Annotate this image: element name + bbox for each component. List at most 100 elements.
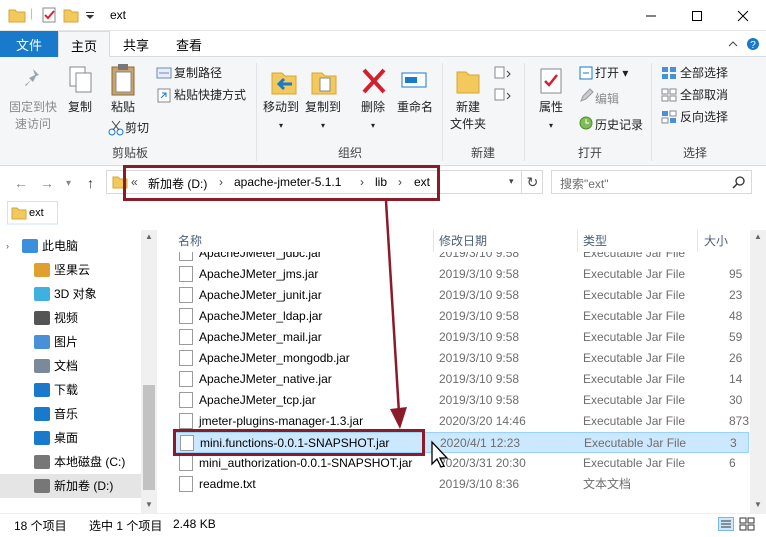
- tab-share[interactable]: 共享: [112, 31, 160, 57]
- file-size: 3: [730, 436, 737, 450]
- file-name: ApacheJMeter_tcp.jar: [199, 393, 316, 407]
- file-row[interactable]: ApacheJMeter_mail.jar 2019/3/10 9:58 Execu…: [173, 327, 749, 348]
- help-icon[interactable]: ?: [746, 37, 760, 51]
- pin-quick-access-label: 固定到快速访问: [8, 100, 57, 131]
- file-name: mini_authorization-0.0.1-SNAPSHOT.jar: [199, 456, 413, 470]
- up-button[interactable]: ↑: [87, 175, 94, 191]
- file-list-scrollbar[interactable]: [750, 230, 766, 513]
- copy-icon: [69, 66, 92, 93]
- edit-button[interactable]: 编辑: [595, 90, 619, 108]
- file-size: 23: [729, 288, 743, 302]
- paste-shortcut-icon: [157, 88, 171, 103]
- new-item-icon[interactable]: [493, 65, 513, 81]
- column-divider[interactable]: [697, 230, 698, 252]
- file-date: 2019/3/10 9:58: [439, 309, 520, 323]
- recent-locations-dropdown[interactable]: ▾: [66, 178, 71, 189]
- file-row[interactable]: ApacheJMeter_mongodb.jar 2019/3/10 9:58 Ex…: [173, 348, 749, 369]
- ribbon-separator: [256, 63, 257, 161]
- jar-file-icon: [179, 371, 193, 387]
- select-none-button[interactable]: 全部取消: [680, 86, 728, 104]
- file-row[interactable]: ApacheJMeter_ldap.jar 2019/3/10 9:58 Execu…: [173, 306, 749, 327]
- ribbon-separator: [442, 63, 443, 161]
- file-row[interactable]: ApacheJMeter_jms.jar 2019/3/10 9:58 Execut…: [173, 264, 749, 285]
- address-history-dropdown[interactable]: ▾: [509, 176, 514, 187]
- customize-dropdown-icon[interactable]: [84, 6, 96, 24]
- details-view-icon[interactable]: [718, 517, 734, 531]
- column-header-type[interactable]: 类型: [583, 230, 607, 252]
- file-size: 14: [729, 372, 743, 386]
- paste-button[interactable]: 粘贴: [104, 99, 142, 116]
- file-name: ApacheJMeter_mail.jar: [199, 330, 322, 344]
- tab-view[interactable]: 查看: [166, 31, 212, 57]
- cut-button[interactable]: 剪切: [125, 119, 149, 137]
- back-button[interactable]: ←: [14, 175, 28, 191]
- history-button[interactable]: 历史记录: [595, 116, 643, 134]
- search-icon[interactable]: [732, 175, 746, 189]
- easy-access-icon[interactable]: [493, 87, 513, 103]
- forward-button[interactable]: →: [40, 175, 54, 191]
- file-name: ApacheJMeter_mongodb.jar: [199, 351, 350, 365]
- file-date: 2019/3/10 9:58: [439, 267, 520, 281]
- file-name: ApacheJMeter_junit.jar: [199, 288, 322, 302]
- file-size: 6: [729, 456, 736, 470]
- window-title: ext: [110, 8, 127, 22]
- list-scroll-up[interactable]: ▲: [754, 232, 762, 241]
- properties-quick-icon[interactable]: [40, 6, 58, 24]
- column-header-size[interactable]: 大小: [704, 230, 728, 252]
- properties-button[interactable]: 属性 ▾: [533, 99, 569, 134]
- file-row[interactable]: ApacheJMeter_junit.jar 2019/3/10 9:58 Exec…: [173, 285, 749, 306]
- rename-button[interactable]: 重命名: [395, 99, 435, 116]
- large-icons-view-icon[interactable]: [739, 517, 755, 531]
- copy-path-button[interactable]: 复制路径: [174, 64, 222, 82]
- delete-icon: [362, 68, 386, 94]
- status-selection: 选中 1 个项目: [89, 519, 163, 533]
- folder-icon: [8, 9, 26, 23]
- tab-home[interactable]: 主页: [58, 31, 110, 58]
- open-group-label: 打开: [577, 146, 602, 160]
- close-button[interactable]: [720, 0, 766, 31]
- open-button[interactable]: 打开 ▾: [595, 64, 628, 82]
- copy-to-button[interactable]: 复制到 ▾: [302, 99, 344, 134]
- delete-button[interactable]: 删除 ▾: [356, 99, 390, 134]
- copy-to-icon: [311, 72, 337, 95]
- paste-shortcut-button[interactable]: 粘贴快捷方式: [174, 86, 246, 104]
- nav-scroll-up[interactable]: ▲: [145, 232, 153, 241]
- file-date: 2019/3/10 9:58: [439, 393, 520, 407]
- tab-file[interactable]: 文件: [0, 31, 58, 57]
- ribbon-separator: [524, 63, 525, 161]
- minimize-icon: [646, 15, 656, 16]
- column-header-date[interactable]: 修改日期: [439, 230, 487, 252]
- file-size: 59: [729, 330, 743, 344]
- file-date: 2019/3/10 9:58: [439, 288, 520, 302]
- pin-quick-access-button[interactable]: 固定到快速访问: [4, 99, 62, 133]
- collapse-ribbon-icon[interactable]: [728, 39, 738, 49]
- new-folder-button[interactable]: 新建 文件夹: [448, 99, 488, 133]
- file-row[interactable]: mini_authorization-0.0.1-SNAPSHOT.jar 202…: [173, 453, 749, 474]
- minimize-button[interactable]: [628, 0, 674, 31]
- file-date: 2020/3/31 20:30: [439, 456, 526, 470]
- refresh-button[interactable]: ↻: [521, 170, 543, 194]
- jar-file-icon: [179, 350, 193, 366]
- ribbon-separator: [651, 63, 652, 161]
- file-row[interactable]: ApacheJMeter_tcp.jar 2019/3/10 9:58 Execut…: [173, 390, 749, 411]
- select-all-button[interactable]: 全部选择: [680, 64, 728, 82]
- open-label: 打开: [595, 66, 620, 80]
- folder-tab[interactable]: ext: [7, 201, 58, 225]
- maximize-icon: [692, 10, 702, 21]
- column-divider[interactable]: [433, 230, 434, 252]
- jar-file-icon: [179, 392, 193, 408]
- file-row[interactable]: readme.txt 2019/3/10 8:36 文本文档: [173, 474, 749, 495]
- file-date: 2020/4/1 12:23: [440, 436, 521, 450]
- new-folder-quick-icon[interactable]: [62, 6, 80, 24]
- list-scroll-down[interactable]: ▼: [754, 500, 762, 509]
- search-placeholder: 搜索"ext": [560, 177, 609, 191]
- column-divider[interactable]: [577, 230, 578, 252]
- invert-selection-button[interactable]: 反向选择: [680, 108, 728, 126]
- organize-group-label: 组织: [337, 146, 362, 160]
- move-to-button[interactable]: 移动到 ▾: [260, 99, 302, 134]
- copy-button[interactable]: 复制: [64, 99, 96, 116]
- rename-icon: [401, 72, 427, 88]
- maximize-button[interactable]: [674, 0, 720, 31]
- column-header-name[interactable]: 名称: [178, 230, 202, 252]
- file-row[interactable]: ApacheJMeter_native.jar 2019/3/10 9:58 Exe…: [173, 369, 749, 390]
